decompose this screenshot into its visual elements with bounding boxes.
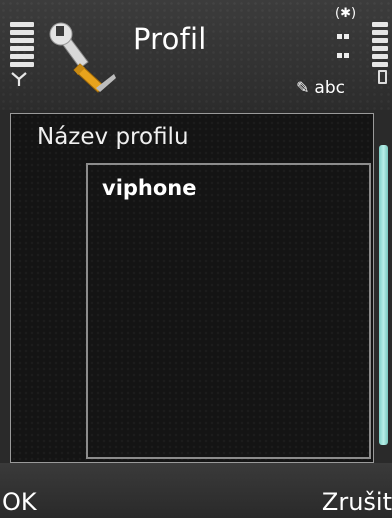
wrench-screwdriver-icon (49, 22, 116, 93)
page-title: Profil (133, 22, 207, 56)
profile-name-value[interactable]: viphone (102, 176, 197, 200)
scrollbar[interactable] (379, 145, 388, 445)
field-label: Název profilu (37, 124, 189, 150)
signal-strength-icon (10, 22, 34, 70)
cancel-button[interactable]: Zrušit (322, 488, 392, 516)
keypad-icon (336, 25, 352, 58)
ok-button[interactable]: OK (2, 488, 37, 516)
battery-level-icon (372, 22, 388, 70)
battery-icon (378, 70, 387, 84)
profile-name-input[interactable] (86, 163, 371, 459)
bluetooth-icon: (✱) (335, 6, 357, 21)
pen-icon: ✎ (296, 78, 310, 97)
status-pane: Profil (✱) ✎ abc (0, 0, 392, 110)
antenna-icon (11, 72, 27, 86)
input-mode-label: abc (314, 78, 345, 98)
input-mode-indicator: ✎ abc (296, 78, 345, 98)
